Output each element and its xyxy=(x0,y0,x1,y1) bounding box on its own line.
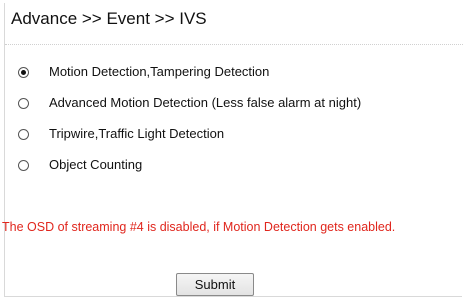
option-label: Motion Detection,Tampering Detection xyxy=(49,64,270,79)
radio-motion-detection[interactable] xyxy=(18,66,29,78)
page-header: Advance >> Event >> IVS xyxy=(5,3,463,45)
submit-button[interactable]: Submit xyxy=(176,273,254,296)
osd-warning-text: The OSD of streaming #4 is disabled, if … xyxy=(2,220,396,234)
breadcrumb: Advance >> Event >> IVS xyxy=(11,9,207,28)
option-object-counting[interactable]: Object Counting xyxy=(18,155,142,175)
radio-object-counting[interactable] xyxy=(18,159,29,171)
ivs-settings-panel: Advance >> Event >> IVS xyxy=(4,3,463,297)
option-advanced-motion-detection[interactable]: Advanced Motion Detection (Less false al… xyxy=(18,93,361,113)
option-label: Object Counting xyxy=(49,157,143,172)
radio-advanced-motion-detection[interactable] xyxy=(18,97,29,109)
option-label: Tripwire,Traffic Light Detection xyxy=(49,126,225,141)
option-tripwire[interactable]: Tripwire,Traffic Light Detection xyxy=(18,124,224,144)
option-label: Advanced Motion Detection (Less false al… xyxy=(49,95,362,110)
option-motion-detection[interactable]: Motion Detection,Tampering Detection xyxy=(18,62,269,82)
radio-tripwire[interactable] xyxy=(18,128,29,140)
